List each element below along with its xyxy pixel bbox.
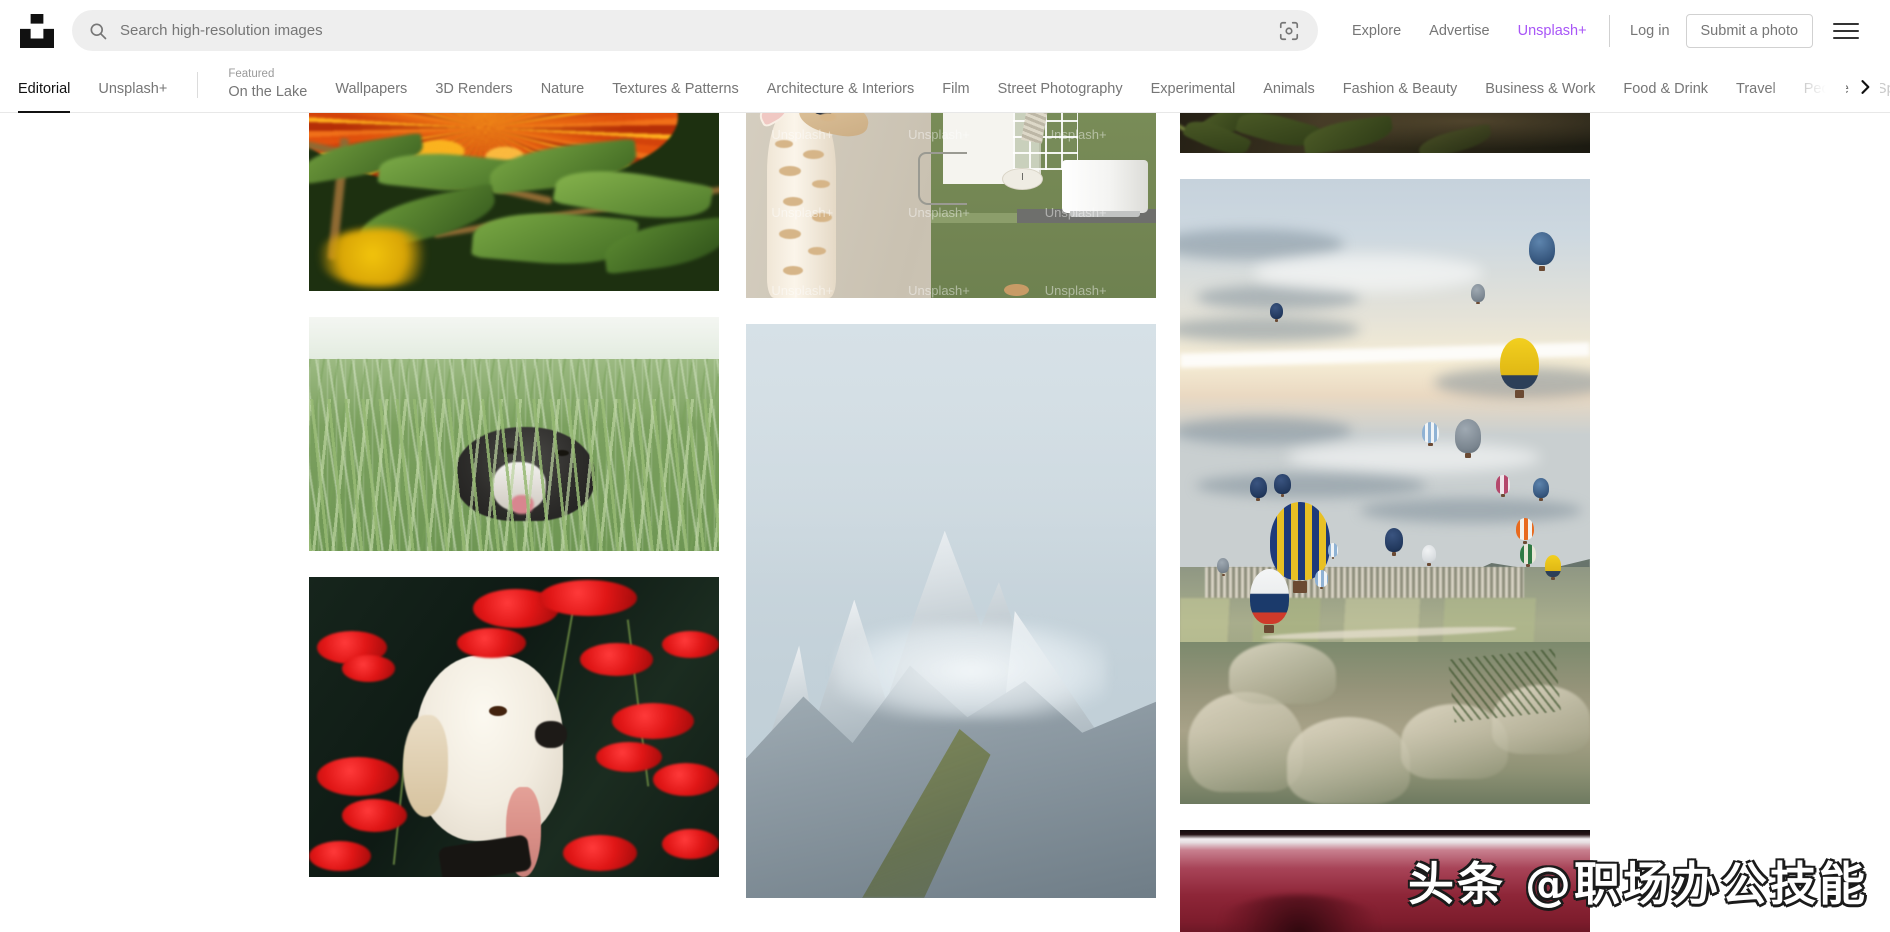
- category-film[interactable]: Film: [928, 81, 983, 114]
- featured-label: On the Lake: [228, 83, 308, 100]
- header-divider: [1609, 15, 1610, 47]
- category-experimental[interactable]: Experimental: [1137, 81, 1250, 114]
- photo-card-hot-air-balloons[interactable]: [1180, 179, 1590, 804]
- search-icon: [88, 21, 108, 41]
- category-textures-patterns[interactable]: Textures & Patterns: [598, 81, 753, 114]
- category-animals[interactable]: Animals: [1249, 81, 1329, 114]
- submit-a-photo-button[interactable]: Submit a photo: [1685, 13, 1814, 48]
- photo-column-2: Unsplash+ Unsplash+ Unsplash+ Unsplash+ …: [746, 113, 1156, 898]
- category-3d-renders[interactable]: 3D Renders: [421, 81, 526, 114]
- category-fashion-beauty[interactable]: Fashion & Beauty: [1329, 81, 1471, 114]
- category-editorial[interactable]: Editorial: [18, 81, 84, 114]
- photo-card-red-flower-dog[interactable]: [309, 577, 719, 877]
- hamburger-menu-icon[interactable]: [1833, 18, 1860, 44]
- category-unsplash-plus[interactable]: Unsplash+: [84, 81, 181, 114]
- nav-link-unsplash-plus[interactable]: Unsplash+: [1518, 23, 1587, 39]
- header-actions: Log in Submit a photo: [1630, 0, 1860, 61]
- photo-card-nursery-giraffe[interactable]: Unsplash+ Unsplash+ Unsplash+ Unsplash+ …: [746, 113, 1156, 298]
- nav-link-advertise[interactable]: Advertise: [1429, 23, 1489, 39]
- photo-column-3: [1180, 113, 1590, 932]
- log-in-link[interactable]: Log in: [1630, 23, 1670, 39]
- nav-link-explore[interactable]: Explore: [1352, 23, 1401, 39]
- visual-search-icon[interactable]: [1278, 20, 1300, 42]
- site-header: Explore Advertise Unsplash+ Log in Submi…: [0, 0, 1890, 61]
- category-divider: [197, 72, 199, 98]
- header-nav: Explore Advertise Unsplash+: [1352, 0, 1587, 61]
- category-food-drink[interactable]: Food & Drink: [1609, 81, 1722, 114]
- category-wallpapers[interactable]: Wallpapers: [321, 81, 421, 114]
- category-street-photography[interactable]: Street Photography: [984, 81, 1137, 114]
- photo-card-flower[interactable]: [309, 113, 719, 291]
- search-input[interactable]: [120, 10, 1278, 51]
- featured-eyebrow: Featured: [228, 68, 275, 80]
- category-travel[interactable]: Travel: [1722, 81, 1790, 114]
- category-nav-list: Editorial Unsplash+ Featured On the Lake…: [18, 61, 1890, 113]
- chevron-right-icon[interactable]: [1850, 71, 1880, 102]
- photo-column-1: [309, 113, 719, 877]
- unsplash-logo-icon[interactable]: [18, 12, 55, 49]
- photo-grid[interactable]: Unsplash+ Unsplash+ Unsplash+ Unsplash+ …: [0, 113, 1890, 932]
- category-nature[interactable]: Nature: [527, 81, 599, 114]
- photo-card-dark-foliage[interactable]: [1180, 113, 1590, 153]
- category-business-work[interactable]: Business & Work: [1471, 81, 1609, 114]
- category-nav: Editorial Unsplash+ Featured On the Lake…: [0, 61, 1890, 113]
- photo-card-mountain[interactable]: [746, 324, 1156, 898]
- category-featured-on-the-lake[interactable]: Featured On the Lake: [214, 68, 321, 113]
- photo-card-wine[interactable]: [1180, 830, 1590, 932]
- search-bar[interactable]: [72, 10, 1318, 51]
- category-architecture-interiors[interactable]: Architecture & Interiors: [753, 81, 928, 114]
- photo-card-grass-dog[interactable]: [309, 317, 719, 551]
